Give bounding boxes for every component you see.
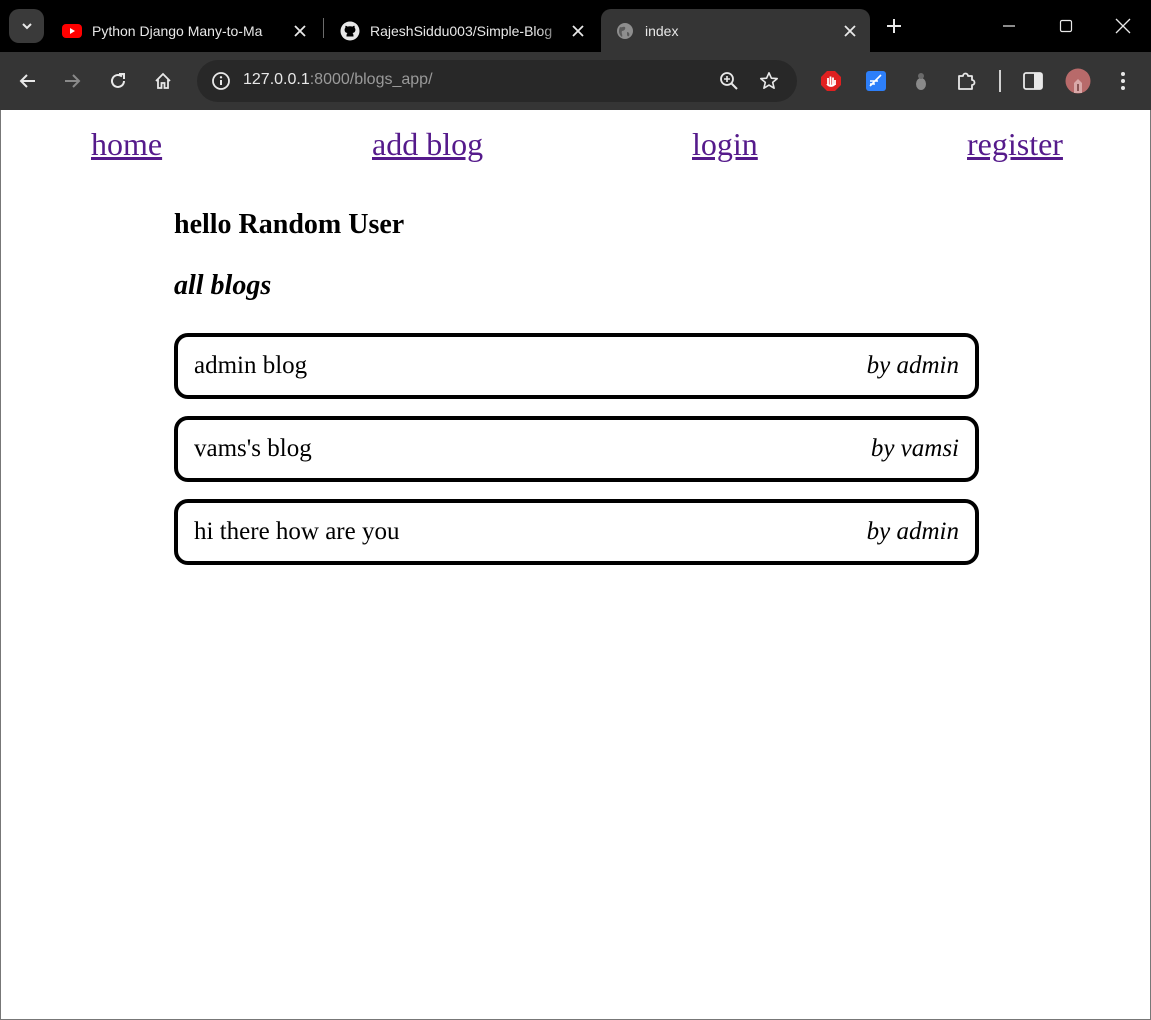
window-close-button[interactable] bbox=[1094, 0, 1151, 52]
mic-extension-icon[interactable] bbox=[905, 65, 937, 97]
blog-author: by admin bbox=[866, 518, 959, 545]
reload-button[interactable] bbox=[102, 65, 134, 97]
info-icon[interactable] bbox=[205, 65, 237, 97]
docs-extension-icon[interactable] bbox=[860, 65, 892, 97]
greeting-heading: hello Random User bbox=[174, 209, 405, 240]
tab-divider bbox=[323, 18, 324, 38]
side-panel-icon bbox=[1023, 72, 1043, 90]
back-button[interactable] bbox=[12, 65, 44, 97]
page-viewport: home add blog login register hello Rando… bbox=[0, 110, 1151, 1020]
bookmark-star-icon[interactable] bbox=[753, 65, 785, 97]
chevron-down-icon bbox=[21, 23, 32, 30]
section-title: all blogs bbox=[174, 270, 272, 301]
address-bar[interactable]: 127.0.0.1:8000/blogs_app/ bbox=[197, 60, 797, 102]
blog-title: hi there how are you bbox=[194, 518, 400, 545]
youtube-icon bbox=[62, 21, 82, 41]
blog-author: by admin bbox=[866, 352, 959, 379]
kebab-menu-icon bbox=[1121, 72, 1125, 90]
blog-card[interactable]: admin blog by admin bbox=[174, 333, 979, 399]
blog-author: by vamsi bbox=[870, 435, 959, 462]
close-icon[interactable] bbox=[290, 21, 310, 41]
maximize-icon bbox=[1059, 19, 1072, 33]
blog-card[interactable]: vams's blog by vamsi bbox=[174, 416, 979, 482]
minimize-icon bbox=[1002, 25, 1015, 27]
zoom-icon[interactable] bbox=[713, 65, 745, 97]
extensions-button[interactable] bbox=[950, 65, 982, 97]
tab-title: RajeshSiddu003/Simple-Blog bbox=[370, 22, 553, 39]
github-icon bbox=[340, 21, 360, 41]
blog-list: admin blog by admin vams's blog by vamsi… bbox=[174, 333, 979, 582]
url-text[interactable]: 127.0.0.1:8000/blogs_app/ bbox=[243, 71, 433, 89]
close-icon bbox=[1115, 18, 1130, 34]
blog-title: admin blog bbox=[194, 352, 308, 379]
menu-button[interactable] bbox=[1107, 65, 1139, 97]
new-tab-button[interactable] bbox=[880, 12, 908, 40]
reload-icon bbox=[111, 73, 125, 88]
nav-link-register[interactable]: register bbox=[967, 126, 1063, 163]
browser-toolbar: 127.0.0.1:8000/blogs_app/ bbox=[0, 52, 1151, 110]
forward-button[interactable] bbox=[56, 65, 88, 97]
home-icon bbox=[155, 72, 171, 89]
url-host: 127.0.0.1 bbox=[243, 71, 310, 88]
tab-title: Python Django Many-to-Ma bbox=[92, 22, 263, 39]
adblock-extension-icon[interactable] bbox=[815, 65, 847, 97]
tab-strip: Python Django Many-to-Ma RajeshSiddu003/… bbox=[0, 0, 1151, 52]
plus-icon bbox=[887, 19, 901, 33]
nav-link-login[interactable]: login bbox=[692, 126, 758, 163]
minimize-button[interactable] bbox=[980, 0, 1037, 52]
blog-title: vams's blog bbox=[194, 435, 312, 462]
blog-card[interactable]: hi there how are you by admin bbox=[174, 499, 979, 565]
close-icon[interactable] bbox=[840, 21, 860, 41]
arrow-right-icon bbox=[65, 74, 81, 88]
toolbar-divider bbox=[999, 70, 1001, 92]
globe-icon bbox=[615, 21, 635, 41]
tab-title: index bbox=[645, 22, 679, 39]
maximize-button[interactable] bbox=[1037, 0, 1094, 52]
tab-github[interactable]: RajeshSiddu003/Simple-Blog bbox=[326, 9, 598, 52]
profile-avatar[interactable] bbox=[1062, 65, 1094, 97]
tab-index-active[interactable]: index bbox=[601, 9, 870, 52]
url-path: :8000/blogs_app/ bbox=[309, 71, 433, 88]
home-button[interactable] bbox=[147, 65, 179, 97]
tab-youtube[interactable]: Python Django Many-to-Ma bbox=[48, 9, 320, 52]
nav-link-add-blog[interactable]: add blog bbox=[372, 126, 483, 163]
nav-link-home[interactable]: home bbox=[91, 126, 162, 163]
close-icon[interactable] bbox=[568, 21, 588, 41]
tab-search-button[interactable] bbox=[9, 9, 44, 43]
puzzle-icon bbox=[958, 72, 976, 90]
side-panel-button[interactable] bbox=[1017, 65, 1049, 97]
arrow-left-icon bbox=[19, 74, 35, 88]
